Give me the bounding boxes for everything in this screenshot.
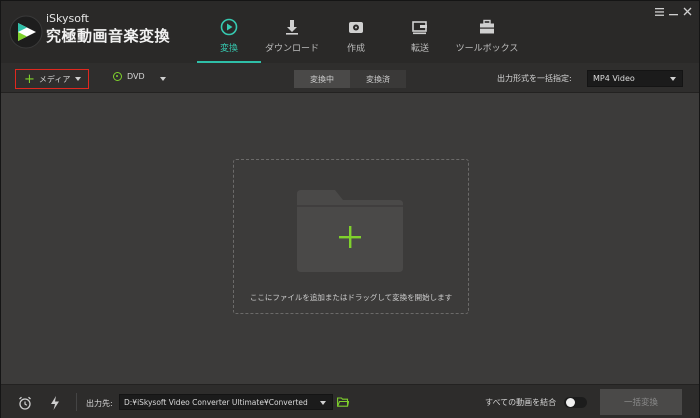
add-media-button[interactable]: + メディア [15, 69, 89, 89]
drop-hint-text: ここにファイルを追加またはドラッグして変換を開始します [249, 293, 453, 302]
divider [76, 393, 77, 411]
tab-transfer-label: 転送 [410, 44, 429, 54]
close-icon[interactable] [682, 6, 693, 17]
convert-icon [220, 18, 238, 36]
tab-create[interactable]: 作成 [324, 1, 388, 63]
dvd-chevron-down-icon[interactable] [160, 77, 166, 81]
merge-all-label: すべての動画を結合 [485, 398, 557, 407]
chevron-down-icon [670, 77, 676, 81]
bottom-bar: 出力先: D:¥iSkysoft Video Converter Ultimat… [1, 384, 699, 418]
convert-all-button[interactable]: 一括変換 [600, 389, 682, 415]
minimize-icon[interactable] [668, 6, 679, 17]
chevron-down-icon[interactable] [75, 77, 81, 81]
output-path-select[interactable]: D:¥iSkysoft Video Converter Ultimate¥Con… [119, 394, 333, 410]
tab-toolbox[interactable]: ツールボックス [455, 1, 519, 63]
add-folder-icon[interactable] [297, 190, 403, 272]
plus-icon: + [24, 71, 35, 87]
speed-bolt-icon[interactable] [50, 396, 60, 410]
brand: iSkysoft 究極動画音楽変換 [46, 12, 170, 46]
dvd-icon [113, 72, 122, 81]
output-path-value: D:¥iSkysoft Video Converter Ultimate¥Con… [124, 397, 308, 407]
tab-create-label: 作成 [346, 44, 365, 54]
tab-toolbox-label: ツールボックス [455, 44, 519, 54]
convert-status-tabs: 変換中 変換済 [294, 70, 406, 88]
create-disc-icon [349, 22, 363, 33]
window-controls [654, 6, 693, 17]
tab-convert[interactable]: 変換 [197, 1, 261, 63]
header-bar: iSkysoft 究極動画音楽変換 変換 ダウンロード 作成 転送 ツールボック… [1, 1, 699, 63]
toolbar: + メディア DVD 変換中 変換済 出力形式を一括指定: MP4 Video [1, 63, 699, 93]
merge-all-toggle[interactable] [564, 397, 587, 408]
tab-transfer[interactable]: 転送 [388, 1, 452, 63]
download-icon [286, 20, 298, 35]
output-location-label: 出力先: [86, 399, 113, 408]
transfer-icon [412, 21, 427, 35]
chevron-down-icon [320, 401, 326, 405]
alarm-clock-icon[interactable] [18, 396, 32, 410]
app-logo-icon [9, 15, 43, 49]
toggle-knob [566, 398, 575, 407]
toolbox-icon [480, 19, 494, 34]
app-window: iSkysoft 究極動画音楽変換 変換 ダウンロード 作成 転送 ツールボック… [0, 0, 700, 418]
load-dvd-button[interactable]: DVD [113, 72, 145, 81]
load-dvd-label: DVD [127, 72, 145, 81]
output-format-label: 出力形式を一括指定: [497, 74, 572, 83]
tab-converted[interactable]: 変換済 [350, 70, 406, 88]
add-media-label: メディア [38, 74, 71, 84]
output-format-value: MP4 Video [593, 74, 635, 83]
tab-download[interactable]: ダウンロード [260, 1, 324, 63]
tab-download-label: ダウンロード [264, 44, 319, 54]
output-format-select[interactable]: MP4 Video [587, 70, 683, 87]
brand-title: 究極動画音楽変換 [46, 27, 171, 45]
tab-convert-label: 変換 [219, 44, 238, 54]
tab-converting[interactable]: 変換中 [294, 70, 350, 88]
menu-icon[interactable] [654, 6, 665, 17]
brand-small: iSkysoft [46, 12, 89, 25]
open-folder-icon[interactable] [337, 397, 349, 407]
